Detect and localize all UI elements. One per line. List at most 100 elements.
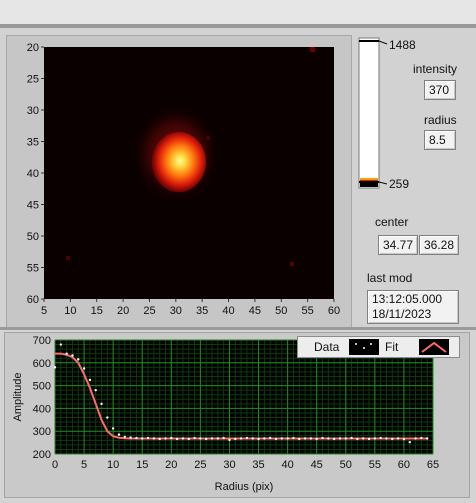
data-point [425,437,429,440]
chart-x-tick-label: 55 [369,459,381,471]
data-point [199,437,202,440]
hot-pixel [310,47,315,52]
data-point [379,436,382,440]
chart-x-ticks: 0 5 10 15 20 25 30 35 40 45 50 55 60 65 [52,459,439,471]
data-point [146,436,150,440]
data-point [338,437,342,440]
data-point [373,437,377,440]
data-point [170,436,173,440]
chart-x-tick-label: 25 [194,459,206,471]
image-x-tick-label: 40 [222,305,234,317]
chart-legend[interactable]: Data Fit [297,336,460,358]
data-point [193,436,196,440]
radius-label: radius [424,113,457,127]
data-point [268,436,272,440]
legend-fit-swatch [419,339,449,355]
data-point [303,437,307,440]
data-point [298,437,301,441]
image-y-tick-label: 40 [27,168,39,180]
data-point [292,436,295,440]
chart-y-tick-label: 300 [33,426,51,438]
data-point [111,427,115,430]
legend-fit-label: Fit [385,340,399,354]
chart-x-tick-label: 20 [165,459,177,471]
data-point [414,437,417,440]
data-point [396,437,400,440]
hot-pixel [290,262,294,266]
image-y-tick-label: 45 [27,200,39,212]
data-point [245,436,249,440]
image-x-tick-label: 15 [91,305,103,317]
title-bar [0,0,476,24]
chart-x-tick-label: 15 [136,459,148,471]
data-point [356,437,359,441]
center-label: center [375,215,409,229]
data-point [129,436,132,439]
hot-pixel [206,136,210,140]
colorbar-min-label: 259 [389,177,410,191]
image-x-tick-label: 45 [249,305,261,317]
data-point [77,358,80,361]
chart-x-tick-label: 35 [252,459,264,471]
data-point [362,437,365,440]
data-point [135,436,138,440]
colorbar [358,37,388,189]
data-point [315,437,318,441]
chart-x-tick-label: 40 [281,459,293,471]
data-point [71,354,74,357]
data-point [280,437,283,440]
image-y-tick-label: 35 [27,137,39,149]
chart-x-tick-label: 0 [52,459,58,471]
intensity-label: intensity [413,62,458,76]
data-point [228,438,231,442]
image-x-ticks: 5 10 15 20 25 30 35 40 45 50 55 60 [41,299,340,317]
chart-x-tick-label: 65 [427,459,439,471]
image-x-tick-label: 30 [170,305,182,317]
last-mod-label: last mod [367,271,413,285]
hot-pixel [66,256,70,260]
data-point [327,437,330,440]
last-mod-time: 13:12:05.000 [372,292,443,306]
data-point [420,436,423,440]
x-axis-label: Radius (pix) [215,481,274,493]
data-point [367,437,371,441]
colorbar-max-label: 1488 [389,38,416,52]
data-point [94,388,97,392]
data-point [158,437,161,441]
legend-data-label: Data [314,340,340,354]
data-point [117,433,121,436]
intensity-image-plot[interactable]: 5 10 15 20 25 30 35 40 45 50 55 60 20 25 30 35 40 45 50 55… [0,28,358,328]
chart-y-tick-label: 200 [33,449,51,461]
data-point [216,437,220,440]
data-point [408,440,411,444]
image-x-tick-label: 20 [117,305,129,317]
image-x-tick-label: 55 [302,305,314,317]
chart-y-tick-label: 700 [33,335,51,347]
intensity-indicator: 370 [424,80,456,100]
chart-x-tick-label: 5 [81,459,87,471]
image-x-tick-label: 10 [64,305,76,317]
data-point [257,437,260,441]
image-y-tick-label: 30 [27,105,39,117]
chart-x-tick-label: 45 [311,459,323,471]
data-point [309,437,313,440]
data-point [59,343,63,346]
data-point [263,437,266,440]
data-point [222,436,225,440]
data-point [205,437,208,441]
data-point [344,437,347,440]
image-x-tick-label: 60 [328,305,340,317]
image-x-tick-label: 35 [196,305,208,317]
data-point [141,437,144,440]
data-point [239,437,243,440]
data-point [164,437,167,440]
image-y-tick-label: 50 [27,231,39,243]
radius-indicator: 8.5 [424,130,456,150]
spot-core [152,132,206,192]
data-point [402,437,406,441]
data-point [286,437,289,440]
image-y-tick-label: 55 [27,263,39,275]
last-mod-date: 18/11/2023 [372,307,432,321]
y-axis-label: Amplitude [12,373,24,422]
image-y-ticks: 20 25 30 35 40 45 50 55 60 [27,42,44,306]
